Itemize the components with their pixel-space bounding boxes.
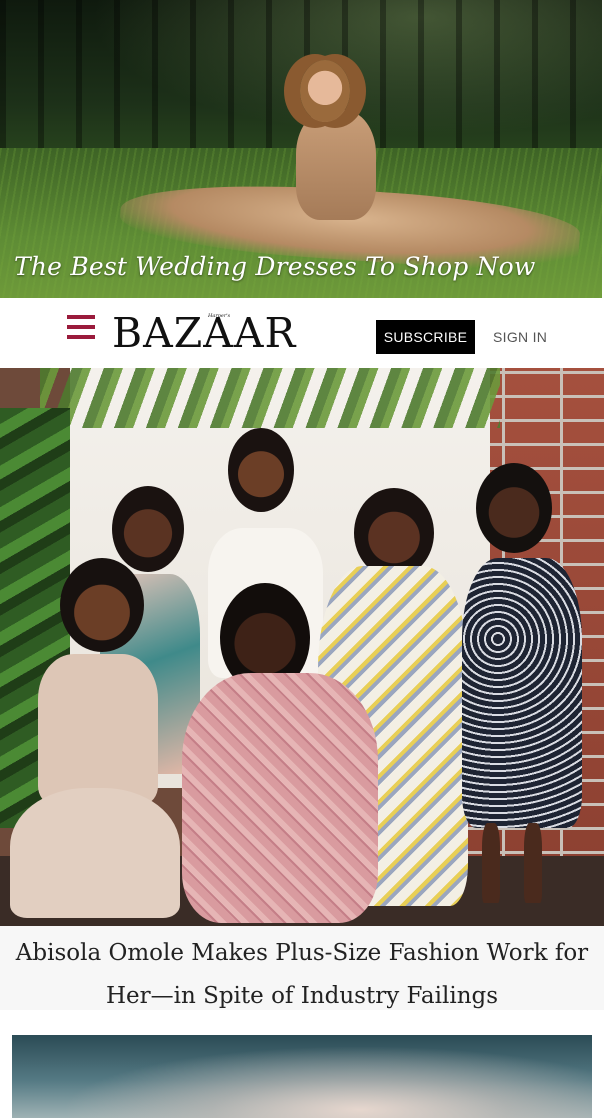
site-logo[interactable]: BAZAAR: [112, 310, 296, 356]
person-pink-dress: [182, 583, 382, 923]
floral-garland: [40, 368, 500, 428]
promo-caption: The Best Wedding Dresses To Shop Now: [14, 252, 536, 281]
promo-model-head: [300, 60, 350, 122]
promo-model-torso: [296, 110, 376, 220]
site-header: BAZAAR Harper's SUBSCRIBE SIGN IN: [0, 298, 604, 368]
person-beige-dress: [10, 558, 180, 918]
next-article-image[interactable]: [12, 1035, 592, 1118]
hamburger-icon[interactable]: [67, 315, 95, 339]
site-logo-super: Harper's: [208, 313, 231, 319]
feature-image[interactable]: [0, 368, 604, 926]
signin-link[interactable]: SIGN IN: [493, 320, 547, 354]
subscribe-button[interactable]: SUBSCRIBE: [376, 320, 475, 354]
promo-banner[interactable]: The Best Wedding Dresses To Shop Now: [0, 0, 602, 298]
headline-container: Abisola Omole Makes Plus-Size Fashion Wo…: [0, 926, 604, 1010]
article-headline[interactable]: Abisola Omole Makes Plus-Size Fashion Wo…: [8, 932, 596, 1018]
person-navy-dress: [462, 463, 582, 903]
